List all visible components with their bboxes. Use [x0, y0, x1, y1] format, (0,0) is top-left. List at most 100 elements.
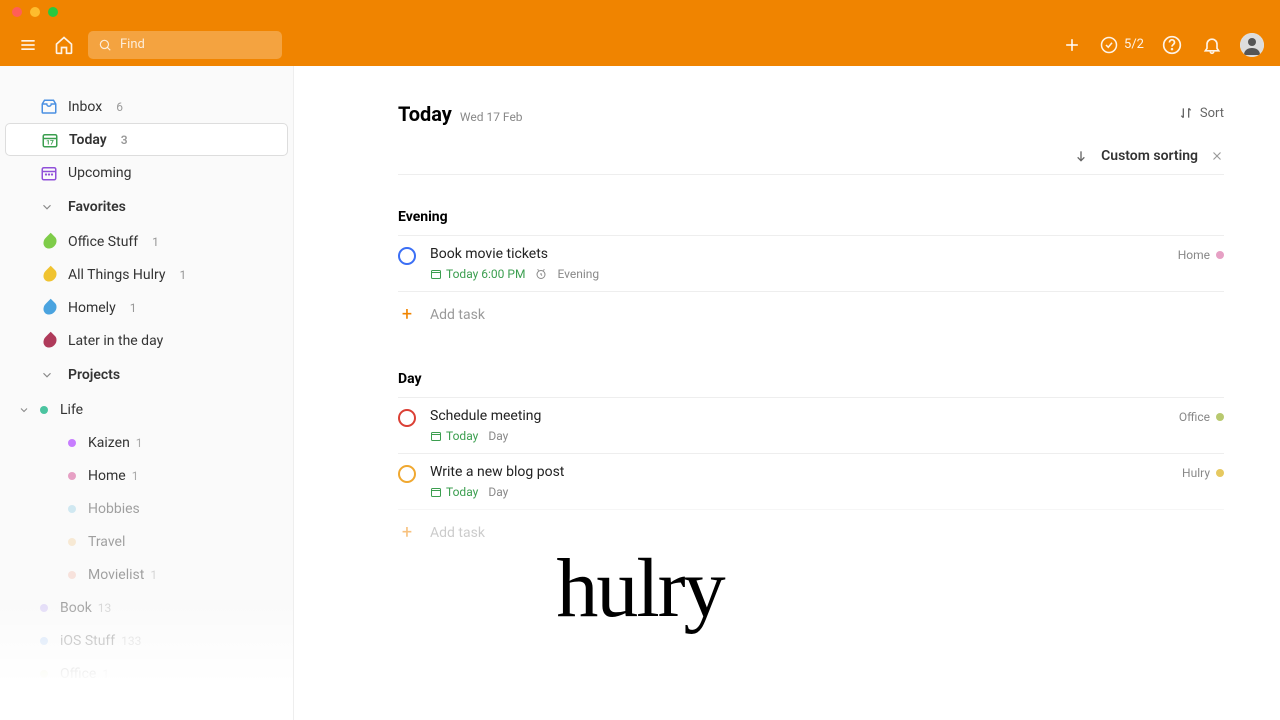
- sidebar-filter-item[interactable]: Homely 1: [0, 291, 293, 324]
- sidebar-item-count: 6: [116, 100, 123, 114]
- sidebar-item-inbox[interactable]: Inbox 6: [0, 90, 293, 123]
- sidebar-filter-item[interactable]: Office Stuff 1: [0, 225, 293, 258]
- sidebar-project-item[interactable]: iOS Stuff 133: [0, 624, 293, 657]
- add-task-button[interactable]: + Add task: [398, 291, 1224, 337]
- project-label: Movielist: [88, 567, 144, 583]
- close-icon[interactable]: [1210, 149, 1224, 163]
- notifications-icon[interactable]: [1200, 33, 1224, 57]
- sidebar-project-item[interactable]: Home 1: [0, 459, 293, 492]
- project-dot-icon: [40, 406, 48, 414]
- sidebar-project-item[interactable]: Travel: [0, 525, 293, 558]
- add-task-button[interactable]: + Add task: [398, 509, 1224, 555]
- karma-button[interactable]: 5/2: [1100, 36, 1144, 54]
- project-count: 1: [102, 667, 109, 681]
- sidebar-project-item[interactable]: Office 1: [0, 657, 293, 690]
- sidebar-project-item[interactable]: Hobbies: [0, 492, 293, 525]
- project-dot-icon: [1216, 251, 1224, 259]
- search-input[interactable]: Find: [88, 31, 282, 59]
- sidebar-project-item[interactable]: Book 13: [0, 591, 293, 624]
- task-title: Write a new blog post: [430, 464, 1224, 480]
- window-minimize-button[interactable]: [30, 7, 40, 17]
- page-title: Today: [398, 102, 452, 126]
- task-section: Day Schedule meeting Today Day: [398, 371, 1224, 555]
- svg-text:17: 17: [46, 138, 54, 146]
- sidebar-filter-item[interactable]: All Things Hulry 1: [0, 258, 293, 291]
- main-content: Today Wed 17 Feb Sort Custom sorting Eve…: [294, 66, 1280, 720]
- add-task-icon[interactable]: [1060, 33, 1084, 57]
- task-tag: Day: [488, 429, 508, 443]
- filter-count: 1: [180, 268, 187, 282]
- today-icon: 17: [41, 131, 59, 149]
- project-count: 1: [150, 568, 157, 582]
- home-icon[interactable]: [52, 33, 76, 57]
- task-row[interactable]: Write a new blog post Today Day Hulry: [398, 453, 1224, 509]
- projects-header[interactable]: Projects: [0, 357, 293, 393]
- avatar[interactable]: [1240, 33, 1264, 57]
- project-dot-icon: [68, 571, 76, 579]
- sidebar-project-item[interactable]: Movielist 1: [0, 558, 293, 591]
- drop-icon: [41, 298, 59, 316]
- karma-value: 5/2: [1124, 37, 1144, 52]
- project-dot-icon: [1216, 413, 1224, 421]
- add-task-label: Add task: [430, 307, 485, 323]
- project-label: Book: [60, 600, 92, 616]
- menu-icon[interactable]: [16, 33, 40, 57]
- chevron-down-icon[interactable]: [18, 404, 30, 416]
- project-count: 133: [121, 634, 141, 648]
- project-dot-icon: [68, 472, 76, 480]
- project-dot-icon: [68, 538, 76, 546]
- drop-icon: [41, 265, 59, 283]
- project-dot-icon: [40, 670, 48, 678]
- top-bar: Find 5/2: [0, 23, 1280, 66]
- sidebar-item-today[interactable]: 17 Today 3: [5, 123, 288, 156]
- arrow-down-icon[interactable]: [1073, 148, 1089, 164]
- task-due: Today: [430, 485, 478, 499]
- task-due: Today 6:00 PM: [430, 267, 525, 281]
- task-checkbox[interactable]: [398, 247, 416, 265]
- add-task-label: Add task: [430, 525, 485, 541]
- section-title: Evening: [398, 209, 1224, 225]
- project-count: 1: [136, 436, 143, 450]
- task-tag: Evening: [557, 267, 599, 281]
- custom-sort-label[interactable]: Custom sorting: [1101, 148, 1198, 164]
- sidebar-item-upcoming[interactable]: Upcoming: [0, 156, 293, 189]
- task-row[interactable]: Schedule meeting Today Day Office: [398, 397, 1224, 453]
- sidebar-item-label: Today: [69, 132, 107, 148]
- window-close-button[interactable]: [12, 7, 22, 17]
- window-titlebar: [0, 0, 1280, 23]
- page-date: Wed 17 Feb: [460, 110, 523, 124]
- sidebar-project-item[interactable]: Life: [0, 393, 293, 426]
- project-dot-icon: [68, 505, 76, 513]
- task-checkbox[interactable]: [398, 409, 416, 427]
- project-label: Travel: [88, 534, 125, 550]
- task-tag: Day: [488, 485, 508, 499]
- filter-count: 1: [152, 235, 159, 249]
- sidebar-filter-item[interactable]: Later in the day: [0, 324, 293, 357]
- task-row[interactable]: Book movie tickets Today 6:00 PM Evening…: [398, 235, 1224, 291]
- section-title: Day: [398, 371, 1224, 387]
- help-icon[interactable]: [1160, 33, 1184, 57]
- task-checkbox[interactable]: [398, 465, 416, 483]
- chevron-down-icon: [40, 368, 54, 382]
- task-project[interactable]: Hulry: [1182, 466, 1224, 480]
- task-project[interactable]: Office: [1179, 410, 1224, 424]
- reminder-icon: [535, 268, 547, 280]
- sort-label: Sort: [1200, 106, 1224, 121]
- sidebar-item-count: 3: [121, 133, 128, 147]
- project-label: iOS Stuff: [60, 633, 115, 649]
- task-title: Schedule meeting: [430, 408, 1224, 424]
- project-dot-icon: [40, 637, 48, 645]
- project-count: 1: [132, 469, 139, 483]
- task-section: Evening Book movie tickets Today 6:00 PM…: [398, 209, 1224, 337]
- custom-sort-bar: Custom sorting: [398, 148, 1224, 175]
- project-label: Home: [88, 468, 126, 484]
- project-count: 13: [98, 601, 112, 615]
- sort-button[interactable]: Sort: [1178, 105, 1224, 121]
- favorites-header[interactable]: Favorites: [0, 189, 293, 225]
- drop-icon: [41, 331, 59, 349]
- window-maximize-button[interactable]: [48, 7, 58, 17]
- project-dot-icon: [1216, 469, 1224, 477]
- sidebar-project-item[interactable]: Kaizen 1: [0, 426, 293, 459]
- sidebar-item-label: Upcoming: [68, 165, 132, 181]
- task-project[interactable]: Home: [1178, 248, 1224, 262]
